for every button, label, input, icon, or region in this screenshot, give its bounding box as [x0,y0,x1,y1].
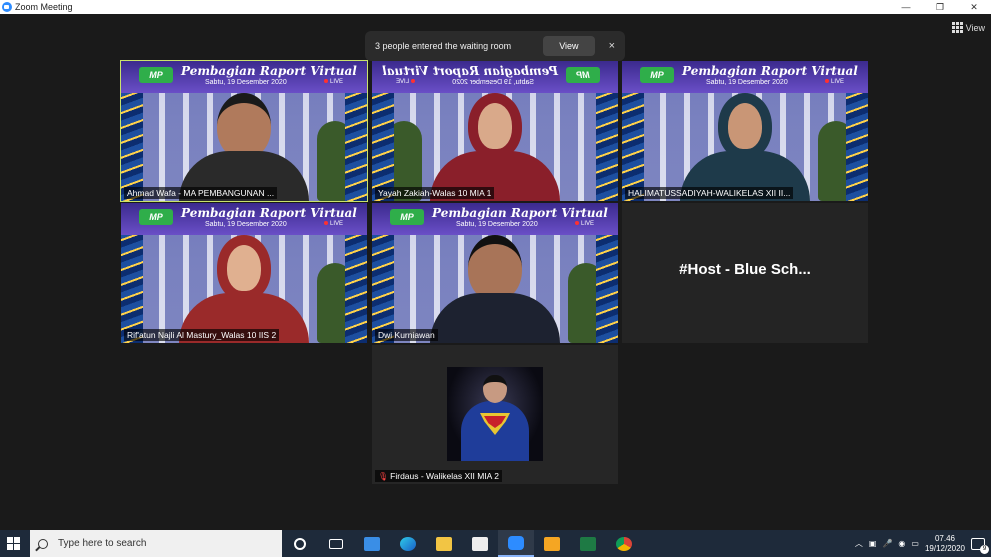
participant-name: Firdaus - Walikelas XII MIA 2 [390,471,499,481]
task-view-button[interactable] [318,530,354,557]
participant-video [680,93,810,201]
search-icon [38,538,48,549]
microphone-icon[interactable]: 🎤 [882,539,892,548]
action-center-icon[interactable]: 9 [971,537,989,554]
participant-name: Ahmad Wafa - MA PEMBANGUNAN ... [124,187,278,199]
participant-name: Rif'atun Najli Al Mastury_Walas 10 IIS 2 [124,329,280,341]
event-banner: MP Pembagian Raport Virtual Sabtu, 19 De… [372,203,618,235]
search-placeholder: Type here to search [58,538,147,549]
participant-name: Yayah Zakiah-Walas 10 MIA 1 [375,187,495,199]
live-badge: LIVE [575,221,594,227]
participant-video [430,235,560,343]
video-tile-4[interactable]: MP Pembagian Raport Virtual Sabtu, 19 De… [121,203,367,343]
maximize-button[interactable]: ❐ [923,0,957,14]
chrome-icon [616,536,632,551]
banner-title: Pembagian Raport Virtual [181,206,357,220]
waiting-room-notification: 3 people entered the waiting room View × [365,31,625,61]
mp-logo: MP [139,209,173,225]
cortana-button[interactable] [282,530,318,557]
banner-date: Sabtu, 19 Desember 2020 [205,79,287,86]
event-banner: MP Pembagian Raport Virtual Sabtu, 19 De… [372,61,618,93]
mp-logo: MP [566,67,600,83]
clock-time: 07.46 [934,533,955,543]
task-view-icon [329,538,343,549]
participant-video [179,235,309,343]
participant-name: HALIMATUSSADIYAH-WALIKELAS XII II... [625,187,794,199]
zoom-app[interactable] [498,530,534,557]
event-banner: MP Pembagian Raport Virtual Sabtu, 19 De… [121,203,367,235]
banner-title: Pembagian Raport Virtual [432,206,608,220]
mp-logo: MP [390,209,424,225]
chrome-app[interactable] [606,530,642,557]
app-orange[interactable] [534,530,570,557]
cortana-icon [294,537,306,550]
event-banner: MP Pembagian Raport Virtual Sabtu, 19 De… [121,61,367,93]
mic-muted-icon: 🎙 [378,472,389,481]
video-tile-1[interactable]: MP Pembagian Raport Virtual Sabtu, 19 De… [120,60,368,202]
banner-date: Sabtu, 19 Desember 2020 [706,79,788,86]
mp-logo: MP [640,67,674,83]
video-tile-5[interactable]: MP Pembagian Raport Virtual Sabtu, 19 De… [372,203,618,343]
banner-date: Sabtu, 19 Desember 2020 [456,221,538,228]
participant-name-placeholder: #Host - Blue Sch... [679,261,811,278]
camera-icon[interactable]: ◉ [898,539,905,548]
banner-date: Sabtu, 19 Desember 2020 [452,79,534,86]
profile-picture [447,367,543,461]
live-badge: LIVE [324,221,343,227]
system-tray: ︿ ▣ 🎤 ◉ ▭ 07.46 19/12/2020 9 [855,534,991,554]
excel-icon [580,536,596,551]
store-app[interactable] [462,530,498,557]
mail-icon [364,536,380,551]
live-badge: LIVE [825,79,844,85]
event-banner: MP Pembagian Raport Virtual Sabtu, 19 De… [622,61,868,93]
notification-close-icon[interactable]: × [609,40,615,52]
battery-icon[interactable]: ▭ [911,539,919,548]
zoom-icon [508,535,524,550]
notification-count: 9 [980,544,989,554]
notification-view-button[interactable]: View [543,36,595,56]
orange-app-icon [544,536,560,551]
folder-icon [436,536,452,551]
zoom-logo-icon [2,2,12,12]
video-tile-2[interactable]: MP Pembagian Raport Virtual Sabtu, 19 De… [372,61,618,201]
banner-title: Pembagian Raport Virtual [682,64,858,78]
edge-icon [400,536,416,551]
notification-message: 3 people entered the waiting room [375,41,512,51]
banner-title: Pembagian Raport Virtual [181,64,357,78]
view-button-label: View [965,22,985,33]
start-button[interactable] [0,530,26,557]
view-button[interactable]: View [951,22,985,33]
windows-logo-icon [6,537,20,550]
excel-app[interactable] [570,530,606,557]
participant-video [179,93,309,201]
participant-name-muted: 🎙 Firdaus - Walikelas XII MIA 2 [375,470,502,482]
video-tile-7[interactable]: 🎙 Firdaus - Walikelas XII MIA 2 [372,345,618,484]
live-badge: LIVE [324,79,343,85]
taskbar-search-box[interactable]: Type here to search [30,530,282,557]
gallery-grid-icon [951,22,963,33]
video-tile-3[interactable]: MP Pembagian Raport Virtual Sabtu, 19 De… [622,61,868,201]
meeting-area: View 3 people entered the waiting room V… [0,14,991,530]
window-title: Zoom Meeting [15,2,73,12]
video-tile-6[interactable]: #Host - Blue Sch... [622,203,868,343]
edge-app[interactable] [390,530,426,557]
taskbar-clock[interactable]: 07.46 19/12/2020 [925,534,965,554]
mail-app[interactable] [354,530,390,557]
clock-date: 19/12/2020 [924,543,965,553]
banner-date: Sabtu, 19 Desember 2020 [205,221,287,228]
windows-taskbar: Type here to search ︿ ▣ 🎤 ◉ ▭ 07.46 19/1… [0,530,991,557]
chevron-up-icon[interactable]: ︿ [855,538,863,549]
store-icon [472,536,488,551]
participant-name: Dwi Kurniawan [375,329,438,341]
file-explorer-app[interactable] [426,530,462,557]
participant-video [430,93,560,201]
meet-now-icon[interactable]: ▣ [869,539,877,548]
mp-logo: MP [139,67,173,83]
live-badge: LIVE [396,79,415,85]
close-button[interactable]: ✕ [957,0,991,14]
minimize-button[interactable]: — [889,0,923,14]
banner-title: Pembagian Raport Virtual [382,64,558,78]
title-bar: Zoom Meeting — ❐ ✕ [0,0,991,14]
